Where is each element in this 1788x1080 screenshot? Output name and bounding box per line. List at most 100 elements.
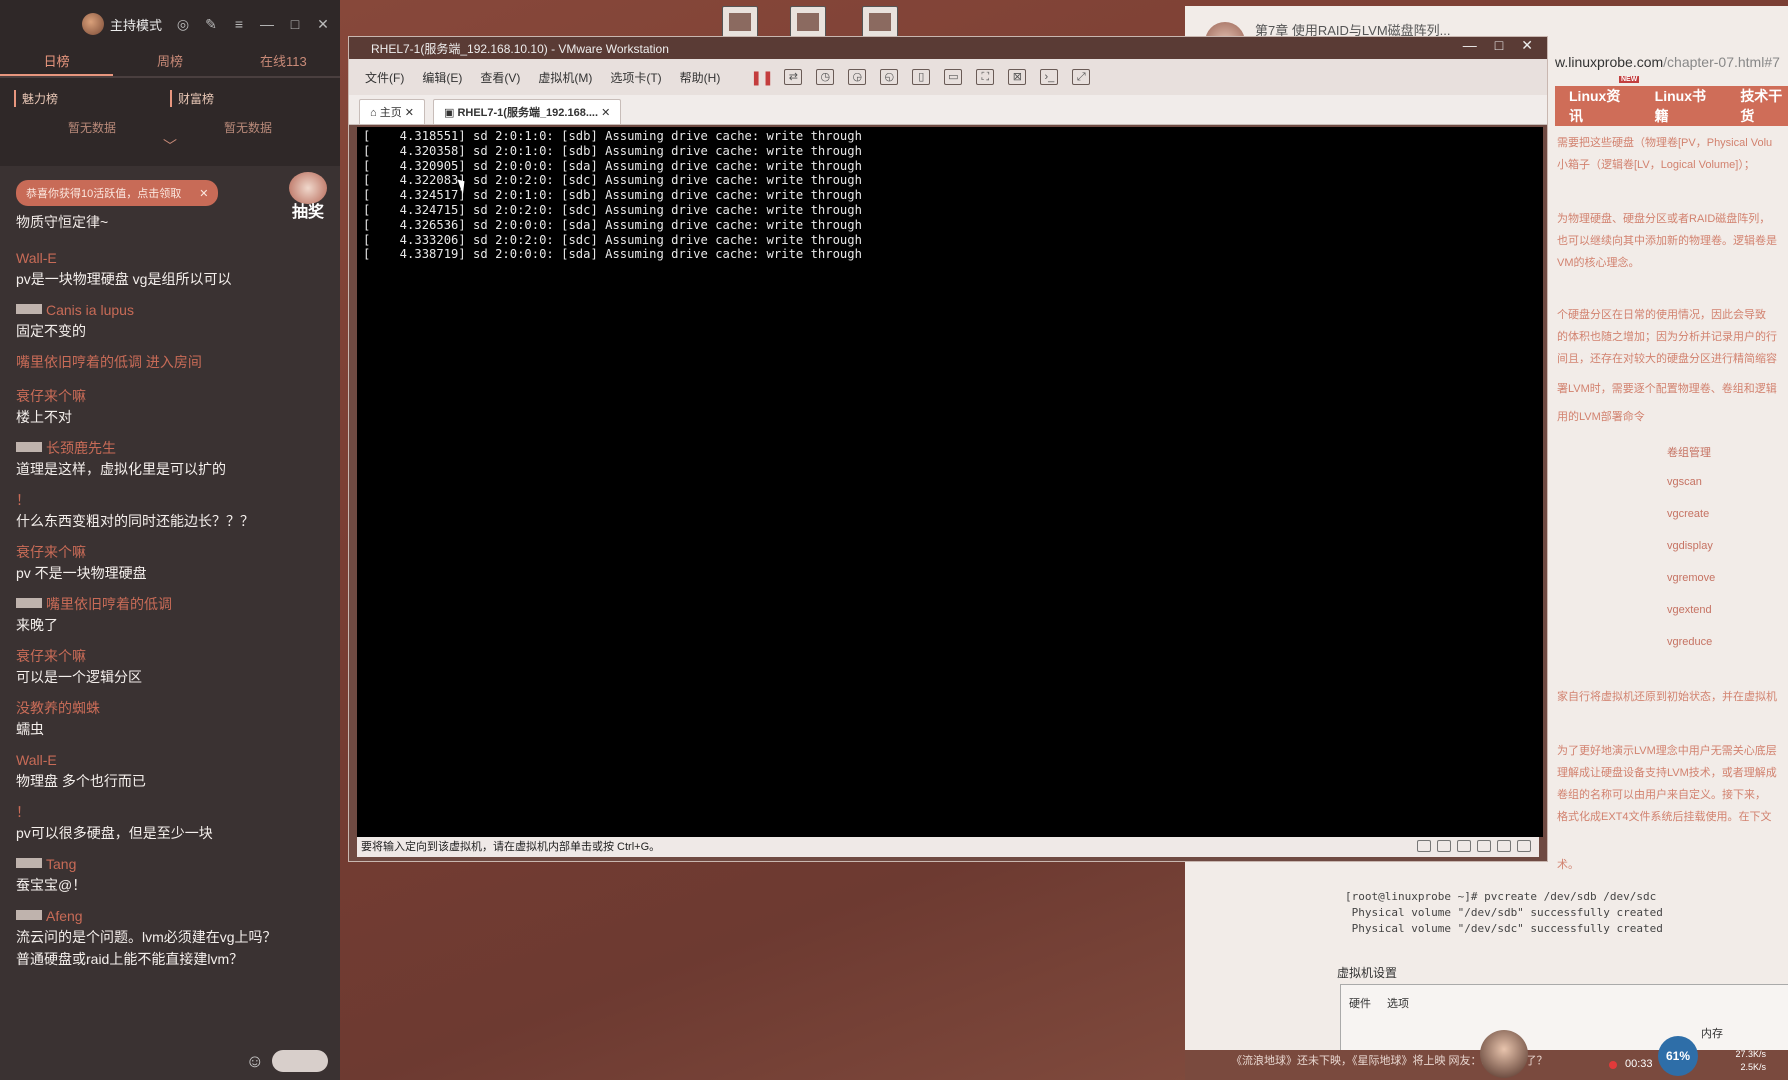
target-icon[interactable]: ◎ bbox=[176, 16, 190, 33]
article-text: VM的核心理念。 bbox=[1557, 257, 1640, 269]
chat-user[interactable]: ！ bbox=[16, 490, 324, 510]
desktop-icon[interactable] bbox=[722, 6, 758, 40]
article-text: 个硬盘分区在日常的使用情况，因此会导致 bbox=[1557, 309, 1766, 321]
cdrom-icon[interactable] bbox=[1477, 840, 1491, 852]
send-keys-icon[interactable]: ⇄ bbox=[784, 69, 803, 85]
tab-weekly[interactable]: 周榜 bbox=[113, 48, 226, 76]
close-icon[interactable]: ✕ bbox=[316, 16, 330, 33]
unity-icon[interactable]: ⊠ bbox=[1008, 69, 1027, 85]
article-text: 也可以继续向其中添加新的物理卷。逻辑卷是 bbox=[1557, 235, 1777, 247]
send-button[interactable] bbox=[272, 1050, 328, 1072]
chat-user[interactable]: Wall-E bbox=[16, 248, 324, 268]
vm-menubar: 文件(F) 编辑(E) 查看(V) 虚拟机(M) 选项卡(T) 帮助(H) ❚❚… bbox=[349, 59, 1547, 95]
chat-input-bar[interactable]: ☺ bbox=[16, 1046, 328, 1076]
chat-message: 没教养的蜘蛛 蠕虫 bbox=[16, 698, 324, 740]
article-text: 署LVM时，需要逐个配置物理卷、卷组和逻辑 bbox=[1557, 383, 1777, 395]
stretch-icon[interactable]: ⤢ bbox=[1072, 69, 1091, 85]
chat-text: 楼上不对 bbox=[16, 409, 72, 425]
chat-user[interactable]: 衰仔来个嘛 bbox=[16, 386, 324, 406]
hdd-icon[interactable] bbox=[1457, 840, 1471, 852]
tab-home[interactable]: ⌂ 主页 ✕ bbox=[359, 99, 425, 124]
menu-tabs[interactable]: 选项卡(T) bbox=[610, 69, 661, 86]
chat-user[interactable]: 衰仔来个嘛 bbox=[16, 542, 324, 562]
console-line: [ 4.333206] sd 2:0:2:0: [sdc] Assuming d… bbox=[363, 232, 862, 247]
chat-text: 道理是这样，虚拟化里是可以扩的 bbox=[16, 461, 226, 477]
menu-view[interactable]: 查看(V) bbox=[480, 69, 520, 86]
chat-text: 蠕虫 bbox=[16, 721, 44, 737]
menu-edit[interactable]: 编辑(E) bbox=[422, 69, 462, 86]
vg-cmd: vgextend bbox=[1667, 604, 1712, 616]
display-icon[interactable] bbox=[1517, 840, 1531, 852]
emoji-icon[interactable]: ☺ bbox=[246, 1051, 264, 1072]
shell-line: [root@linuxprobe ~]# pvcreate /dev/sdb /… bbox=[1345, 890, 1657, 903]
restore-snapshot-icon[interactable]: ◶ bbox=[848, 69, 867, 85]
chat-user[interactable]: Afeng bbox=[16, 906, 324, 926]
chat-text: 蚕宝宝@！ bbox=[16, 877, 87, 893]
vg-cmd: vgdisplay bbox=[1667, 540, 1713, 552]
vm-console[interactable]: [ 4.318551] sd 2:0:1:0: [sdb] Assuming d… bbox=[357, 127, 1543, 837]
chat-user[interactable]: 嘴里依旧哼着的低调 bbox=[16, 594, 324, 614]
edit-icon[interactable]: ✎ bbox=[204, 16, 218, 33]
chat-user[interactable]: 长颈鹿先生 bbox=[16, 438, 324, 458]
hdd-icon[interactable] bbox=[1437, 840, 1451, 852]
menu-icon[interactable]: ≡ bbox=[232, 16, 246, 32]
chat-user[interactable]: ！ bbox=[16, 802, 324, 822]
chat-message: Afeng 流云问的是个问题。lvm必须建在vg上吗？ 普通硬盘或raid上能不… bbox=[16, 906, 324, 970]
console-icon[interactable]: ›_ bbox=[1040, 69, 1059, 85]
panel-titlebar: 主持模式 ◎ ✎ ≡ — □ ✕ bbox=[0, 0, 340, 48]
chat-text: 可以是一个逻辑分区 bbox=[16, 669, 142, 685]
chat-user[interactable]: Tang bbox=[16, 854, 324, 874]
chat-user[interactable]: Canis ia lupus bbox=[16, 300, 324, 320]
vg-cmd: vgscan bbox=[1667, 476, 1702, 488]
tabs-view-icon[interactable]: ▭ bbox=[944, 69, 963, 85]
desktop-icon[interactable] bbox=[862, 6, 898, 40]
chat-user[interactable]: 衰仔来个嘛 bbox=[16, 646, 324, 666]
shell-line: Physical volume "/dev/sdb" successfully … bbox=[1345, 906, 1663, 919]
dialog-tab-hardware[interactable]: 硬件 bbox=[1349, 995, 1371, 1011]
chat-text: 来晚了 bbox=[16, 617, 58, 633]
menu-file[interactable]: 文件(F) bbox=[365, 69, 404, 86]
sidebar-icon[interactable]: ▯ bbox=[912, 69, 931, 85]
maximize-icon[interactable]: □ bbox=[1495, 37, 1503, 54]
vm-settings-dialog: 硬件 选项 内存 bbox=[1340, 984, 1788, 1054]
chat-text: pv 不是一块物理硬盘 bbox=[16, 565, 147, 581]
pause-icon[interactable]: ❚❚ bbox=[750, 69, 773, 86]
tab-daily[interactable]: 日榜 bbox=[0, 48, 114, 76]
console-line: [ 4.322083] sd 2:0:2:0: [sdc] Assuming d… bbox=[363, 173, 862, 188]
nav-linux-news[interactable]: Linux资讯 bbox=[1569, 76, 1639, 126]
chat-message: 衰仔来个嘛 可以是一个逻辑分区 bbox=[16, 646, 324, 688]
chat-message: Wall-E pv是一块物理硬盘 vg是组所以可以 bbox=[16, 248, 324, 290]
network-icon[interactable] bbox=[1497, 840, 1511, 852]
enter-notice: 嘴里依旧哼着的低调 进入房间 bbox=[16, 354, 202, 370]
minimize-icon[interactable]: — bbox=[260, 16, 274, 32]
console-line: [ 4.320358] sd 2:0:1:0: [sdb] Assuming d… bbox=[363, 143, 862, 158]
hdd-icon[interactable] bbox=[1417, 840, 1431, 852]
article-text: 家自行将虚拟机还原到初始状态，并在虚拟机 bbox=[1557, 691, 1777, 703]
activity-notice[interactable]: 恭喜你获得10活跃值，点击领取 ✕ bbox=[16, 180, 219, 206]
record-time: 00:33 bbox=[1625, 1058, 1653, 1070]
nav-tech[interactable]: 技术干货 bbox=[1740, 86, 1788, 126]
menu-vm[interactable]: 虚拟机(M) bbox=[538, 69, 592, 86]
fullscreen-icon[interactable]: ⛶ bbox=[976, 69, 995, 85]
desktop-icon[interactable] bbox=[790, 6, 826, 40]
menu-help[interactable]: 帮助(H) bbox=[680, 69, 721, 86]
vm-titlebar[interactable]: RHEL7-1(服务端_192.168.10.10) - VMware Work… bbox=[349, 37, 1547, 59]
snapshot-icon[interactable]: ◷ bbox=[816, 69, 835, 85]
vg-cmd: vgremove bbox=[1667, 572, 1716, 584]
minimize-icon[interactable]: — bbox=[1463, 37, 1477, 54]
lottery-button[interactable]: 抽奖 bbox=[286, 172, 330, 221]
close-icon[interactable]: ✕ bbox=[199, 187, 208, 200]
snapshot-manager-icon[interactable]: ◵ bbox=[880, 69, 899, 85]
maximize-icon[interactable]: □ bbox=[288, 16, 302, 32]
shell-line: Physical volume "/dev/sdc" successfully … bbox=[1345, 922, 1663, 935]
close-icon[interactable]: ✕ bbox=[1521, 37, 1533, 54]
tab-online[interactable]: 在线113 bbox=[227, 48, 340, 76]
nav-linux-books[interactable]: Linux书籍 bbox=[1655, 86, 1711, 126]
browser-url[interactable]: w.linuxprobe.com/chapter-07.html#7 bbox=[1555, 54, 1780, 70]
tab-rhel[interactable]: ▣ RHEL7-1(服务端_192.168.... ✕ bbox=[432, 99, 622, 124]
chat-user[interactable]: Wall-E bbox=[16, 750, 324, 770]
chat-user[interactable]: 没教养的蜘蛛 bbox=[16, 698, 324, 718]
user-badge bbox=[16, 598, 42, 608]
dialog-tab-options[interactable]: 选项 bbox=[1387, 995, 1409, 1011]
site-nav: Linux资讯 Linux书籍 技术干货 bbox=[1555, 76, 1788, 126]
